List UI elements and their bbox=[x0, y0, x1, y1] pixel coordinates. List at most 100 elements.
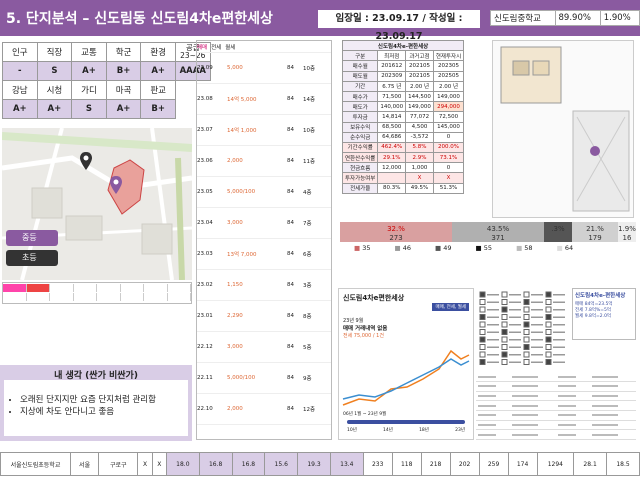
summary-label: 매도월 bbox=[341, 70, 379, 82]
trade-filters: 매매 전세 월세 bbox=[197, 41, 331, 53]
check-box[interactable] bbox=[545, 321, 552, 328]
check-box[interactable] bbox=[523, 314, 530, 320]
legend-35: ■ 35 bbox=[354, 244, 371, 252]
check-box[interactable] bbox=[479, 336, 486, 343]
school-stat-cell: 15.6 bbox=[264, 452, 299, 476]
trade-area: 84 bbox=[287, 65, 294, 71]
ratio-sub: 179 bbox=[588, 234, 601, 242]
score-value: A+ bbox=[2, 99, 38, 119]
check-box[interactable] bbox=[479, 344, 486, 350]
middle-school-pin[interactable] bbox=[110, 176, 122, 198]
check-box[interactable] bbox=[523, 336, 530, 343]
check-label-line bbox=[553, 339, 565, 341]
trade-row[interactable]: 23.03 13억 7,000 84 6층 bbox=[197, 239, 331, 270]
info-line bbox=[478, 375, 496, 378]
filter-sale[interactable]: 매매 bbox=[197, 43, 207, 51]
check-box[interactable] bbox=[545, 351, 552, 358]
check-box[interactable] bbox=[545, 329, 552, 335]
check-box[interactable] bbox=[501, 299, 508, 305]
check-box[interactable] bbox=[501, 329, 508, 335]
info-row bbox=[476, 410, 636, 421]
check-box[interactable] bbox=[523, 329, 530, 335]
info-cell bbox=[476, 400, 510, 412]
summary-label: 기간 bbox=[341, 80, 379, 92]
check-box[interactable] bbox=[523, 299, 530, 305]
check-box[interactable] bbox=[501, 321, 508, 328]
legend-46: ■ 46 bbox=[394, 244, 412, 252]
axis-tick: 14년 bbox=[383, 428, 393, 433]
check-box[interactable] bbox=[501, 351, 508, 358]
school-stat-cell: 16.8 bbox=[198, 452, 233, 476]
trade-row[interactable]: 23.06 2,000 84 11층 bbox=[197, 146, 331, 177]
check-box[interactable] bbox=[479, 291, 486, 298]
check-box[interactable] bbox=[523, 321, 530, 328]
phone-slider[interactable] bbox=[347, 420, 465, 424]
trade-row[interactable]: 23.05 5,000/100 84 4층 bbox=[197, 177, 331, 208]
check-box[interactable] bbox=[523, 306, 530, 313]
check-label-line bbox=[531, 339, 543, 341]
check-label-line bbox=[553, 324, 565, 326]
check-box[interactable] bbox=[479, 321, 486, 328]
check-box[interactable] bbox=[545, 336, 552, 343]
check-box[interactable] bbox=[523, 344, 530, 350]
summary-row: 기간수익률 462.4% 5.8% 200.0% bbox=[341, 141, 465, 154]
check-box[interactable] bbox=[479, 306, 486, 313]
check-box[interactable] bbox=[479, 359, 486, 365]
trade-row[interactable]: 22.10 2,000 84 12층 bbox=[197, 394, 331, 425]
score-value: A+ bbox=[71, 61, 107, 81]
info-line bbox=[478, 404, 496, 407]
check-box[interactable] bbox=[501, 306, 508, 313]
legend-elementary[interactable]: 초등 bbox=[6, 250, 58, 266]
amenity-checklist bbox=[476, 288, 570, 368]
check-box[interactable] bbox=[479, 329, 486, 335]
info-row bbox=[476, 372, 636, 383]
check-box[interactable] bbox=[523, 351, 530, 358]
check-label-line bbox=[509, 339, 521, 341]
phone-tabs[interactable]: 매매, 전세, 월세 bbox=[432, 303, 469, 311]
trade-row[interactable]: 22.11 5,000/100 84 9층 bbox=[197, 363, 331, 394]
summary-row: 투자금 14,814 77,072 72,500 bbox=[341, 111, 465, 123]
summary-label: 매도가 bbox=[341, 101, 379, 113]
check-box[interactable] bbox=[523, 359, 530, 365]
elementary-school-pin[interactable] bbox=[80, 152, 92, 174]
filter-wolse[interactable]: 월세 bbox=[225, 43, 235, 51]
info-cell bbox=[509, 429, 556, 440]
legend-middle[interactable]: 중등 bbox=[6, 230, 58, 246]
check-box[interactable] bbox=[545, 299, 552, 305]
check-box[interactable] bbox=[545, 291, 552, 298]
filter-jeonse[interactable]: 전세 bbox=[211, 43, 221, 51]
trade-row[interactable]: 23.01 2,290 84 8층 bbox=[197, 301, 331, 332]
info-line bbox=[591, 395, 618, 398]
check-box[interactable] bbox=[479, 299, 486, 305]
check-box[interactable] bbox=[523, 291, 530, 298]
summary-cell: 72,500 bbox=[432, 111, 465, 123]
trade-row[interactable]: 23.04 3,000 84 7층 bbox=[197, 208, 331, 239]
check-label-line bbox=[487, 339, 499, 341]
check-box[interactable] bbox=[545, 314, 552, 320]
trade-row[interactable]: 23.09 5,000 84 10층 bbox=[197, 53, 331, 84]
trade-row[interactable]: 23.08 14억 5,000 84 14층 bbox=[197, 84, 331, 115]
check-box[interactable] bbox=[479, 314, 486, 320]
check-box[interactable] bbox=[501, 359, 508, 365]
info-line bbox=[557, 375, 576, 378]
check-box[interactable] bbox=[545, 344, 552, 350]
check-box[interactable] bbox=[501, 344, 508, 350]
note-item: 지상에 차도 안다니고 좋음 bbox=[20, 406, 188, 418]
summary-row: 보유수익 68,500 4,500 145,000 bbox=[341, 121, 465, 133]
check-box[interactable] bbox=[501, 336, 508, 343]
price-chart-panel[interactable]: 신도림4차e편한세상 매매, 전세, 월세 23년 9월 매매 거래내역 없음 … bbox=[338, 288, 474, 440]
check-box[interactable] bbox=[479, 351, 486, 358]
trade-row[interactable]: 23.02 1,150 84 3층 bbox=[197, 270, 331, 301]
check-box[interactable] bbox=[545, 306, 552, 313]
info-cell bbox=[589, 391, 636, 402]
summary-row: 매수월 201612 202105 202305 bbox=[341, 60, 465, 72]
trade-row[interactable]: 23.07 14억 1,000 84 10층 bbox=[197, 115, 331, 146]
trade-list-panel[interactable]: 매매 전세 월세 23.09 5,000 84 10층 23.08 14억 5,000 84… bbox=[196, 40, 332, 440]
check-box[interactable] bbox=[501, 291, 508, 298]
summary-body: 매수월 201612 202105 202305 매도월 202309 202105 2025… bbox=[341, 60, 465, 194]
summary-title: 신도림4차e-편한세상 bbox=[341, 39, 465, 52]
trade-row[interactable]: 22.12 3,000 84 5층 bbox=[197, 332, 331, 363]
location-map[interactable]: 중등 초등 bbox=[2, 128, 192, 280]
check-box[interactable] bbox=[501, 314, 508, 320]
check-box[interactable] bbox=[545, 359, 552, 365]
